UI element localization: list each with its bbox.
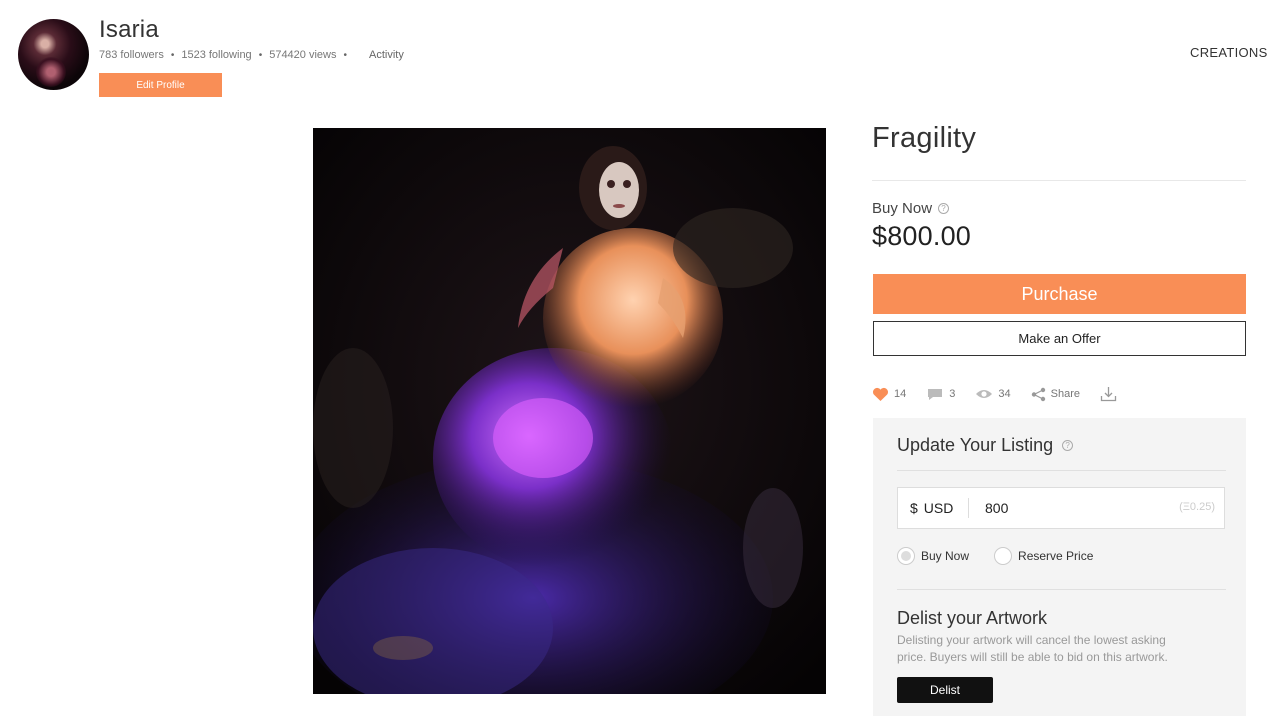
price-input[interactable]	[985, 500, 1165, 516]
like-count: 14	[894, 388, 907, 400]
currency-code: USD	[923, 500, 954, 516]
eye-icon	[976, 390, 993, 398]
username[interactable]: Isaria	[99, 16, 159, 44]
share-button[interactable]: Share	[1031, 387, 1080, 402]
field-separator	[968, 498, 969, 518]
share-label: Share	[1050, 388, 1080, 400]
activity-link[interactable]: Activity	[369, 49, 404, 61]
action-bar: 14 3 34 Share	[872, 386, 1142, 402]
comment-count: 3	[949, 388, 956, 400]
view-count: 34	[998, 388, 1011, 400]
download-button[interactable]	[1100, 386, 1122, 402]
price: $800.00	[872, 221, 971, 251]
comment-button[interactable]: 3	[926, 387, 955, 402]
help-icon[interactable]: ?	[938, 203, 950, 214]
help-icon[interactable]: ?	[1062, 440, 1074, 451]
update-listing-text: Update Your Listing	[897, 435, 1054, 455]
views-indicator: 34	[975, 388, 1011, 400]
separator-dot: •	[258, 49, 263, 61]
divider	[897, 589, 1226, 590]
update-listing-title: Update Your Listing ?	[897, 435, 1074, 456]
listing-price-field: $ USD (Ξ0.25)	[897, 487, 1225, 529]
views-count: 574420 views	[269, 49, 337, 61]
following-count[interactable]: 1523 following	[181, 49, 251, 61]
heart-icon	[873, 387, 888, 401]
buy-now-text: Buy Now	[872, 200, 933, 217]
delist-description: Delisting your artwork will cancel the l…	[897, 633, 1168, 664]
listing-type-options: Buy Now Reserve Price	[897, 547, 1118, 565]
followers-count[interactable]: 783 followers	[99, 49, 164, 61]
buy-now-label: Buy Now ?	[872, 200, 950, 217]
artwork-title: Fragility	[872, 122, 977, 154]
radio-circle[interactable]	[897, 547, 915, 565]
delist-button[interactable]: Delist	[897, 677, 993, 703]
edit-profile-button[interactable]: Edit Profile	[99, 73, 222, 97]
divider	[897, 470, 1226, 471]
nav-creations[interactable]: CREATIONS	[1190, 45, 1268, 60]
radio-buy-now[interactable]: Buy Now	[897, 547, 969, 565]
make-offer-button[interactable]: Make an Offer	[873, 321, 1246, 356]
eth-equivalent: (Ξ0.25)	[1179, 501, 1215, 513]
radio-buy-now-label: Buy Now	[921, 549, 970, 563]
artwork-painting	[313, 128, 826, 694]
update-listing-panel: Update Your Listing ? $ USD (Ξ0.25) Buy …	[873, 418, 1246, 716]
radio-reserve-price[interactable]: Reserve Price	[994, 547, 1093, 565]
like-button[interactable]: 14	[872, 387, 906, 402]
artwork-image[interactable]	[313, 128, 826, 694]
delist-title: Delist your Artwork	[897, 608, 1048, 628]
avatar[interactable]	[18, 19, 89, 90]
download-icon	[1100, 387, 1117, 402]
separator-dot: •	[170, 49, 175, 61]
comment-icon	[928, 388, 943, 400]
radio-circle[interactable]	[994, 547, 1013, 565]
radio-reserve-price-label: Reserve Price	[1018, 549, 1094, 563]
share-icon	[1031, 387, 1045, 401]
currency-selector[interactable]: $ USD	[898, 498, 969, 518]
profile-stats: 783 followers • 1523 following • 574420 …	[99, 49, 404, 61]
divider	[872, 180, 1246, 181]
separator-dot: •	[343, 49, 347, 61]
purchase-button[interactable]: Purchase	[873, 274, 1246, 314]
currency-symbol: $	[910, 500, 918, 516]
